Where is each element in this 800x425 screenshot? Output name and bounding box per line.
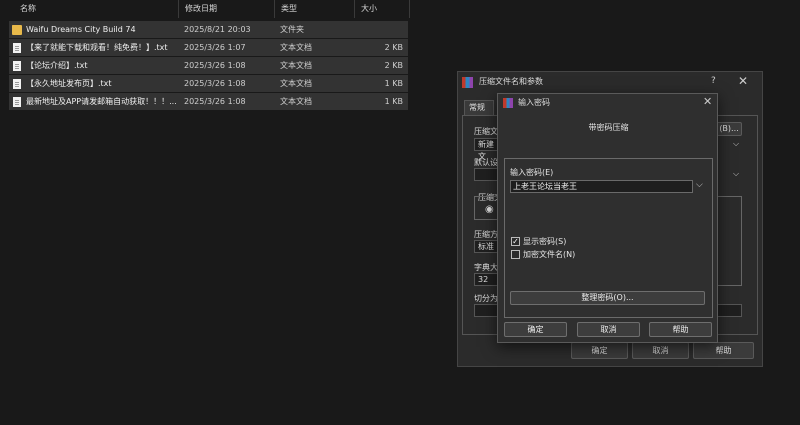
file-explorer: 名称 修改日期 类型 大小 Waifu Dreams City Build 74… (0, 0, 410, 425)
password-input[interactable]: 上老王论坛当老王 (510, 180, 693, 193)
file-size: 1 KB (384, 79, 403, 88)
password-dialog: 输入密码 ✕ 带密码压缩 输入密码(E) 上老王论坛当老王 ⌵ ✓ 显示密码(S… (497, 93, 718, 343)
file-date: 2025/3/26 1:08 (184, 61, 246, 70)
file-type: 文本文档 (280, 43, 312, 52)
column-name[interactable]: 名称 (14, 0, 179, 18)
file-type: 文件夹 (280, 25, 304, 34)
file-type: 文本文档 (280, 97, 312, 106)
list-item[interactable]: 【论坛介绍】.txt 2025/3/26 1:08 文本文档 2 KB (9, 57, 408, 75)
archive-name-label: 压缩文 (474, 127, 498, 136)
text-file-icon (13, 43, 21, 53)
organize-passwords-button[interactable]: 整理密码(O)... (510, 291, 705, 305)
help-button[interactable]: 帮助 (693, 342, 754, 359)
dialog-title: 压缩文件名和参数 (479, 77, 543, 86)
tab-general[interactable]: 常规 (464, 100, 494, 115)
close-icon[interactable]: ✕ (703, 95, 712, 108)
show-password-label[interactable]: 显示密码(S) (523, 236, 566, 247)
cancel-button[interactable]: 取消 (577, 322, 640, 337)
browse-button[interactable]: (B)... (716, 122, 742, 136)
list-item[interactable]: Waifu Dreams City Build 74 2025/8/21 20:… (9, 21, 408, 39)
method-label: 压缩方 (474, 230, 498, 239)
help-icon[interactable]: ? (711, 76, 716, 86)
text-file-icon (13, 61, 21, 71)
dialog-titlebar[interactable]: 输入密码 ✕ (498, 94, 717, 112)
file-name: 【来了就能下载和观看！纯免费！】.txt (26, 43, 168, 52)
file-size: 2 KB (384, 43, 403, 52)
encrypt-names-checkbox[interactable] (511, 250, 520, 259)
chevron-down-icon[interactable]: ⌵ (733, 169, 739, 179)
file-size: 1 KB (384, 97, 403, 106)
dictionary-label: 字典大 (474, 263, 498, 272)
dialog-title: 输入密码 (518, 98, 550, 107)
default-profile-label: 默认设 (474, 158, 498, 167)
file-name: 最新地址及APP请发邮箱自动获取！！！... (26, 97, 177, 106)
dialog-heading: 带密码压缩 (588, 123, 629, 132)
file-size: 2 KB (384, 61, 403, 70)
close-icon[interactable]: ✕ (738, 74, 748, 88)
ok-button[interactable]: 确定 (504, 322, 567, 337)
file-name: 【论坛介绍】.txt (26, 61, 88, 70)
column-header: 名称 修改日期 类型 大小 (0, 0, 410, 18)
winrar-icon (503, 98, 513, 108)
cancel-button[interactable]: 取消 (632, 342, 689, 359)
file-type: 文本文档 (280, 79, 312, 88)
encrypt-names-label[interactable]: 加密文件名(N) (523, 249, 575, 260)
file-date: 2025/3/26 1:07 (184, 43, 246, 52)
password-label: 输入密码(E) (510, 168, 554, 177)
column-type[interactable]: 类型 (275, 0, 355, 18)
file-list: Waifu Dreams City Build 74 2025/8/21 20:… (9, 21, 408, 111)
file-date: 2025/8/21 20:03 (184, 25, 251, 34)
text-file-icon (13, 79, 21, 89)
column-date[interactable]: 修改日期 (179, 0, 275, 18)
list-item[interactable]: 【永久地址发布页】.txt 2025/3/26 1:08 文本文档 1 KB (9, 75, 408, 93)
dialog-titlebar[interactable]: 压缩文件名和参数 ? ✕ (458, 72, 762, 94)
folder-icon (12, 25, 22, 35)
text-file-icon (13, 97, 21, 107)
chevron-down-icon[interactable]: ⌵ (696, 180, 703, 190)
ok-button[interactable]: 确定 (571, 342, 628, 359)
winrar-icon (462, 77, 473, 88)
split-label: 切分为 (474, 294, 498, 303)
file-name: 【永久地址发布页】.txt (26, 79, 112, 88)
list-item[interactable]: 最新地址及APP请发邮箱自动获取！！！... 2025/3/26 1:08 文本… (9, 93, 408, 111)
help-button[interactable]: 帮助 (649, 322, 712, 337)
file-date: 2025/3/26 1:08 (184, 97, 246, 106)
column-size[interactable]: 大小 (355, 0, 410, 18)
file-date: 2025/3/26 1:08 (184, 79, 246, 88)
chevron-down-icon[interactable]: ⌵ (733, 139, 739, 149)
list-item[interactable]: 【来了就能下载和观看！纯免费！】.txt 2025/3/26 1:07 文本文档… (9, 39, 408, 57)
file-type: 文本文档 (280, 61, 312, 70)
show-password-checkbox[interactable]: ✓ (511, 237, 520, 246)
file-name: Waifu Dreams City Build 74 (26, 25, 136, 34)
